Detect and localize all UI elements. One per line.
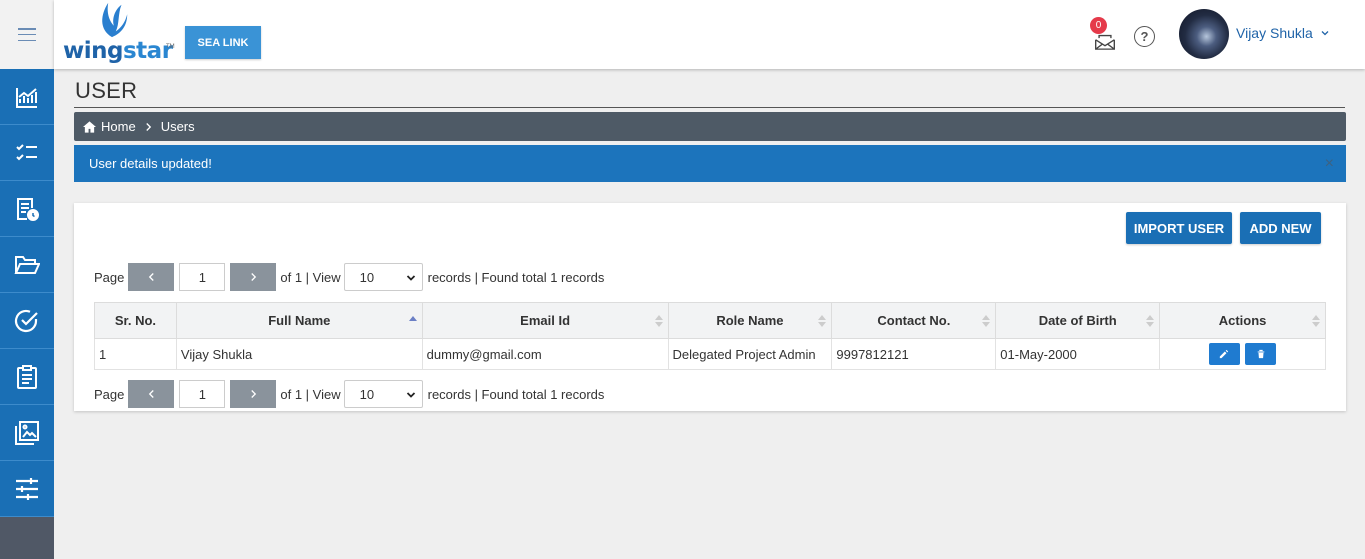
chevron-right-icon [145,122,152,132]
chevron-left-icon [148,273,154,281]
sea-link-button[interactable]: SEA LINK [185,26,261,59]
cell-dob: 01-May-2000 [995,338,1161,370]
page-of-text: of 1 | View [280,269,341,285]
sidebar-item-dashboard[interactable] [0,69,54,125]
pagination-bottom: Page of 1 | View 10 records | Found tota… [94,380,604,408]
home-icon [83,120,96,133]
sort-icon [1146,315,1155,327]
prev-page-button[interactable] [128,380,175,408]
next-page-button[interactable] [230,263,277,291]
mail-icon [1095,34,1115,50]
sliders-icon [16,477,38,500]
cell-full-name: Vijay Shukla [175,338,423,370]
logo-wordmark: wingstar [63,38,173,64]
col-header-actions[interactable]: Actions [1159,302,1326,339]
sidebar-footer [0,517,54,559]
page-label: Page [94,269,125,285]
wingstar-logo[interactable]: wingstar TM [63,0,175,66]
sort-icon [982,315,991,327]
page-of-text: of 1 | View [280,386,341,402]
checklist-icon [16,143,37,160]
delete-button[interactable] [1245,343,1277,365]
breadcrumb: Home Users [74,112,1346,141]
chevron-left-icon [148,390,154,398]
chevron-right-icon [251,390,257,398]
table-row: 1 Vijay Shukla dummy@gmail.com Delegated… [94,338,1326,370]
col-header-role[interactable]: Role Name [667,302,833,339]
clipboard-icon [17,364,37,389]
sidebar-item-files[interactable] [0,237,54,293]
page-size-select[interactable]: 10 [343,263,423,291]
sidebar-item-settings[interactable] [0,461,54,517]
sidebar-item-approvals[interactable] [0,293,54,349]
mail-count-badge: 0 [1090,17,1107,34]
cell-role: Delegated Project Admin [667,338,833,370]
page-number-input[interactable] [179,263,226,291]
help-icon[interactable]: ? [1134,26,1155,47]
chevron-down-icon [406,275,415,281]
sidebar-item-clipboard[interactable] [0,349,54,405]
col-header-full-name[interactable]: Full Name [175,302,423,339]
notifications-button[interactable]: 0 [1090,17,1118,50]
records-summary: records | Found total 1 records [427,386,605,402]
chevron-right-icon [251,273,257,281]
hamburger-icon [18,28,36,41]
user-name[interactable]: Vijay Shukla [1236,25,1313,41]
import-user-button[interactable]: IMPORT USER [1126,212,1232,244]
page-label: Page [94,386,125,402]
chevron-down-icon [406,392,415,398]
page-size-value: 10 [359,386,375,402]
col-header-contact[interactable]: Contact No. [831,302,997,339]
check-circle-icon [14,309,38,332]
next-page-button[interactable] [230,380,277,408]
cell-actions [1159,338,1326,370]
close-icon[interactable]: × [1325,155,1334,173]
cell-sr-no: 1 [94,338,177,370]
avatar[interactable] [1179,9,1229,59]
image-gallery-icon [15,420,39,445]
prev-page-button[interactable] [128,263,175,291]
trash-icon [1257,349,1265,359]
wing-logo-icon [102,2,128,38]
sidebar-nav [0,69,54,517]
sort-icon [1312,315,1320,327]
analytics-chart-icon [16,87,37,108]
chevron-down-icon[interactable] [1320,28,1330,38]
page-size-select[interactable]: 10 [343,380,423,408]
success-alert: User details updated! × [74,145,1346,182]
alert-message: User details updated! [89,156,212,171]
breadcrumb-home-link[interactable]: Home [101,119,136,134]
sidebar-item-reports[interactable] [0,181,54,237]
add-new-button[interactable]: ADD NEW [1240,212,1321,244]
pencil-icon [1220,349,1229,359]
sidebar-item-tasks[interactable] [0,125,54,181]
col-header-email[interactable]: Email Id [421,302,669,339]
sort-icon [654,315,663,327]
menu-toggle-button[interactable] [0,0,54,69]
page-size-value: 10 [359,269,375,285]
col-header-sr-no[interactable]: Sr. No. [94,302,177,339]
sidebar-item-gallery[interactable] [0,405,54,461]
pagination-top: Page of 1 | View 10 records | Found tota… [94,263,604,291]
page-number-input[interactable] [179,380,226,408]
report-clock-icon [17,197,39,221]
edit-button[interactable] [1208,343,1240,365]
users-card: IMPORT USER ADD NEW Page of 1 | View 10 … [74,203,1346,411]
sort-icon [818,315,827,327]
folder-open-icon [14,255,40,274]
sort-asc-icon [408,316,417,321]
cell-contact: 9997812121 [831,338,997,370]
users-table: Sr. No. Full Name Email Id Role Name Con… [94,302,1326,370]
sidebar [0,0,54,559]
title-divider [74,107,1345,108]
records-summary: records | Found total 1 records [427,269,605,285]
breadcrumb-current: Users [160,119,195,134]
cell-email: dummy@gmail.com [421,338,669,370]
col-header-dob[interactable]: Date of Birth [995,302,1161,339]
table-header-row: Sr. No. Full Name Email Id Role Name Con… [94,302,1326,339]
logo-trademark: TM [166,44,175,50]
top-header: wingstar TM SEA LINK 0 ? Vijay Shukla [54,0,1365,69]
page-title: USER [75,78,138,103]
